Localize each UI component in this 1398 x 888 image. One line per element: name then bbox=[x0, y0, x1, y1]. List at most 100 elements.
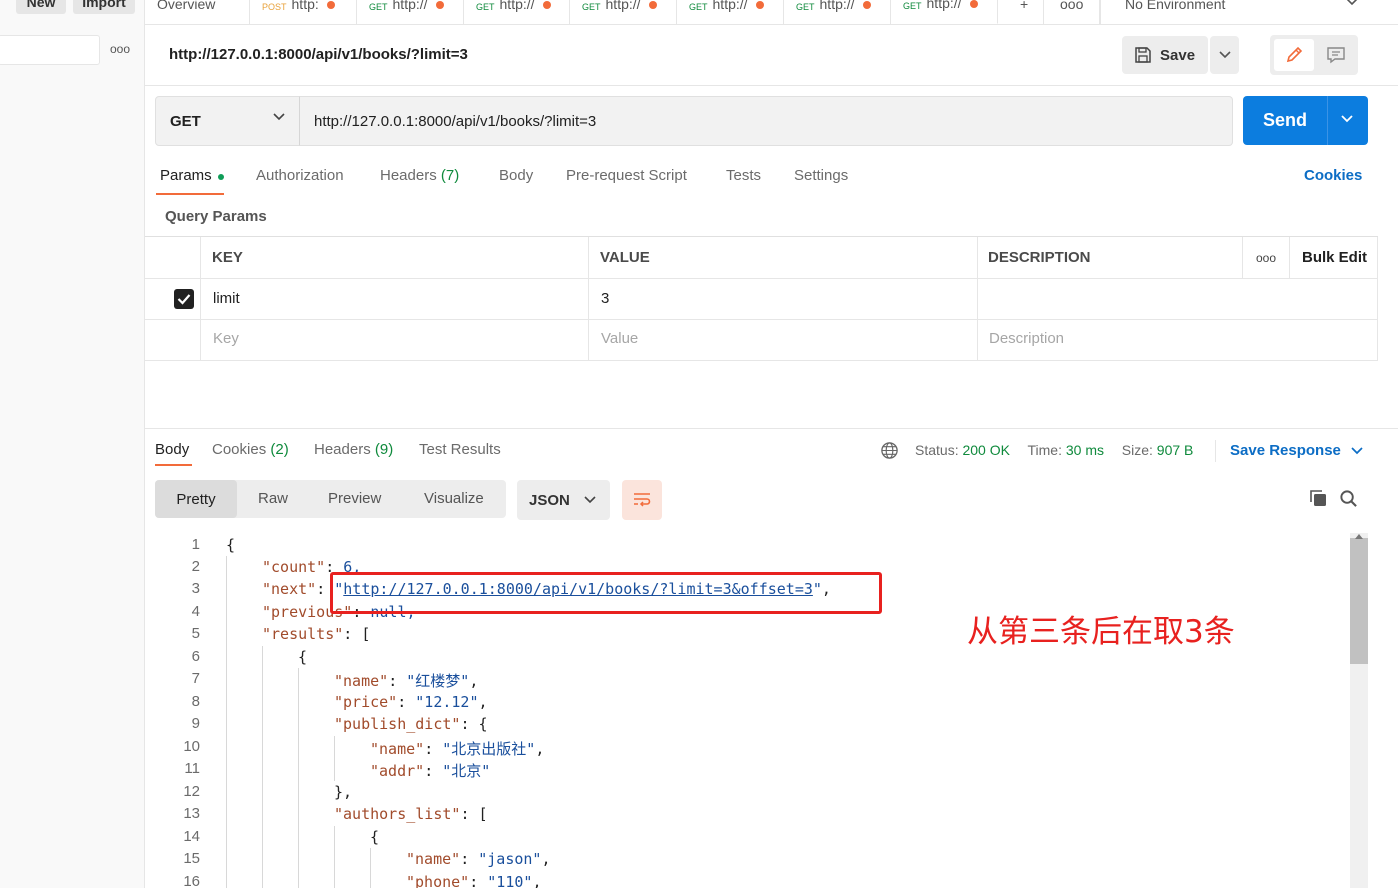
tab-method: POST bbox=[262, 2, 287, 12]
tab-settings[interactable]: Settings bbox=[794, 167, 848, 184]
line-number: 11 bbox=[184, 760, 200, 777]
tab-overview[interactable]: Overview bbox=[145, 0, 250, 24]
copy-icon[interactable] bbox=[1308, 488, 1328, 508]
view-preview-button[interactable]: Preview bbox=[328, 490, 381, 507]
indent-guide bbox=[262, 646, 263, 888]
tab-label: http:// bbox=[819, 0, 855, 12]
new-value-input[interactable]: Value bbox=[601, 330, 638, 347]
tab-method: GET bbox=[369, 2, 388, 12]
json-value: "12.12" bbox=[415, 693, 479, 711]
save-response-button[interactable]: Save Response bbox=[1230, 442, 1363, 459]
tab-request-active[interactable]: GET http:// bbox=[891, 0, 998, 24]
column-options-icon[interactable]: ooo bbox=[1256, 251, 1276, 265]
response-tab-test-results[interactable]: Test Results bbox=[419, 441, 501, 458]
new-tab-button[interactable]: + bbox=[998, 0, 1044, 24]
unsaved-dot-icon bbox=[862, 1, 871, 9]
table-divider bbox=[145, 319, 1378, 320]
new-button-label: New bbox=[26, 0, 56, 10]
new-description-input[interactable]: Description bbox=[989, 330, 1064, 347]
view-visualize-button[interactable]: Visualize bbox=[424, 490, 484, 507]
code-line: "authors_list": [ bbox=[334, 805, 488, 823]
tab-request[interactable]: GET http:// bbox=[784, 0, 891, 24]
search-icon[interactable] bbox=[1339, 489, 1358, 508]
edit-mode-button[interactable] bbox=[1274, 39, 1314, 71]
url-input[interactable]: http://127.0.0.1:8000/api/v1/books/?limi… bbox=[299, 96, 1233, 146]
json-key: "name" bbox=[334, 672, 389, 690]
format-select[interactable]: JSON bbox=[517, 480, 610, 520]
line-number: 15 bbox=[183, 850, 200, 867]
response-tab-headers-label: Headers bbox=[314, 441, 371, 458]
plus-icon: + bbox=[1020, 0, 1029, 12]
tab-authorization[interactable]: Authorization bbox=[256, 167, 344, 184]
code-brace: { bbox=[226, 536, 236, 554]
view-raw-button[interactable]: Raw bbox=[258, 490, 288, 507]
wrap-lines-button[interactable] bbox=[622, 480, 662, 520]
scroll-up-arrow-icon[interactable] bbox=[1355, 534, 1363, 539]
chevron-down-icon[interactable] bbox=[1340, 114, 1354, 123]
environment-select[interactable]: No Environment bbox=[1100, 0, 1370, 24]
param-enabled-checkbox[interactable] bbox=[174, 289, 194, 309]
line-number: 1 bbox=[191, 536, 200, 553]
tab-headers[interactable]: Headers (7) bbox=[380, 167, 459, 184]
globe-icon[interactable] bbox=[880, 441, 899, 460]
param-value-cell[interactable]: 3 bbox=[601, 290, 609, 307]
tab-body[interactable]: Body bbox=[499, 167, 533, 184]
indent-guide bbox=[298, 668, 299, 888]
annotation-text: 从第三条后在取3条 bbox=[967, 614, 1235, 650]
import-button[interactable]: Import bbox=[73, 0, 135, 14]
line-number: 4 bbox=[191, 603, 200, 620]
method-label: GET bbox=[170, 112, 201, 130]
cookies-link[interactable]: Cookies bbox=[1304, 167, 1362, 184]
line-number: 13 bbox=[183, 805, 200, 822]
unsaved-dot-icon bbox=[648, 1, 657, 9]
tab-request[interactable]: GET http:// bbox=[357, 0, 464, 24]
new-key-input[interactable]: Key bbox=[213, 330, 239, 347]
line-number: 6 bbox=[191, 648, 200, 665]
wrap-lines-icon bbox=[634, 493, 651, 507]
new-button[interactable]: New bbox=[16, 0, 66, 14]
json-key: "phone" bbox=[406, 873, 470, 888]
query-params-heading: Query Params bbox=[165, 208, 267, 225]
tab-params[interactable]: Params bbox=[160, 167, 212, 184]
tab-request[interactable]: GET http:// bbox=[464, 0, 570, 24]
save-button[interactable]: Save bbox=[1122, 36, 1208, 74]
json-key: "addr" bbox=[370, 762, 425, 780]
column-divider bbox=[1242, 237, 1243, 278]
check-icon bbox=[177, 294, 191, 305]
save-options-button[interactable] bbox=[1210, 36, 1239, 74]
code-line: "name": "jason", bbox=[406, 850, 551, 868]
method-select[interactable]: GET bbox=[155, 96, 300, 146]
sidebar-search-input[interactable] bbox=[0, 35, 100, 65]
bulk-edit-button[interactable]: Bulk Edit bbox=[1302, 249, 1367, 266]
tab-request[interactable]: GET http:// bbox=[570, 0, 677, 24]
param-key-cell[interactable]: limit bbox=[213, 290, 240, 307]
code-line: { bbox=[226, 536, 235, 554]
view-pretty-button[interactable]: Pretty bbox=[155, 480, 237, 518]
code-line: { bbox=[370, 828, 379, 846]
tab-label: Overview bbox=[157, 0, 216, 12]
tab-prerequest-script[interactable]: Pre-request Script bbox=[566, 167, 687, 184]
comments-button[interactable] bbox=[1318, 39, 1354, 71]
tabs-more-button[interactable]: ooo bbox=[1044, 0, 1100, 24]
line-number: 2 bbox=[191, 558, 200, 575]
tab-request[interactable]: GET http:// bbox=[677, 0, 784, 24]
response-tab-cookies[interactable]: Cookies (2) bbox=[212, 441, 289, 458]
indent-guide bbox=[226, 556, 227, 888]
unsaved-dot-icon bbox=[755, 1, 764, 9]
query-params-table bbox=[145, 236, 1378, 361]
line-number: 10 bbox=[183, 738, 200, 755]
response-tab-headers[interactable]: Headers (9) bbox=[314, 441, 393, 458]
tab-request[interactable]: POST http: bbox=[250, 0, 357, 24]
unsaved-dot-icon bbox=[969, 0, 978, 8]
scrollbar-thumb[interactable] bbox=[1350, 538, 1368, 664]
sidebar-more-icon[interactable]: ooo bbox=[110, 42, 130, 56]
line-number: 12 bbox=[183, 783, 200, 800]
request-title[interactable]: http://127.0.0.1:8000/api/v1/books/?limi… bbox=[169, 46, 468, 63]
tab-label: http:// bbox=[605, 0, 641, 12]
more-icon: ooo bbox=[1060, 0, 1084, 12]
tab-tests[interactable]: Tests bbox=[726, 167, 761, 184]
response-tab-body[interactable]: Body bbox=[155, 441, 189, 458]
column-divider bbox=[977, 237, 978, 360]
response-divider bbox=[145, 428, 1398, 429]
time-value: 30 ms bbox=[1065, 442, 1104, 458]
